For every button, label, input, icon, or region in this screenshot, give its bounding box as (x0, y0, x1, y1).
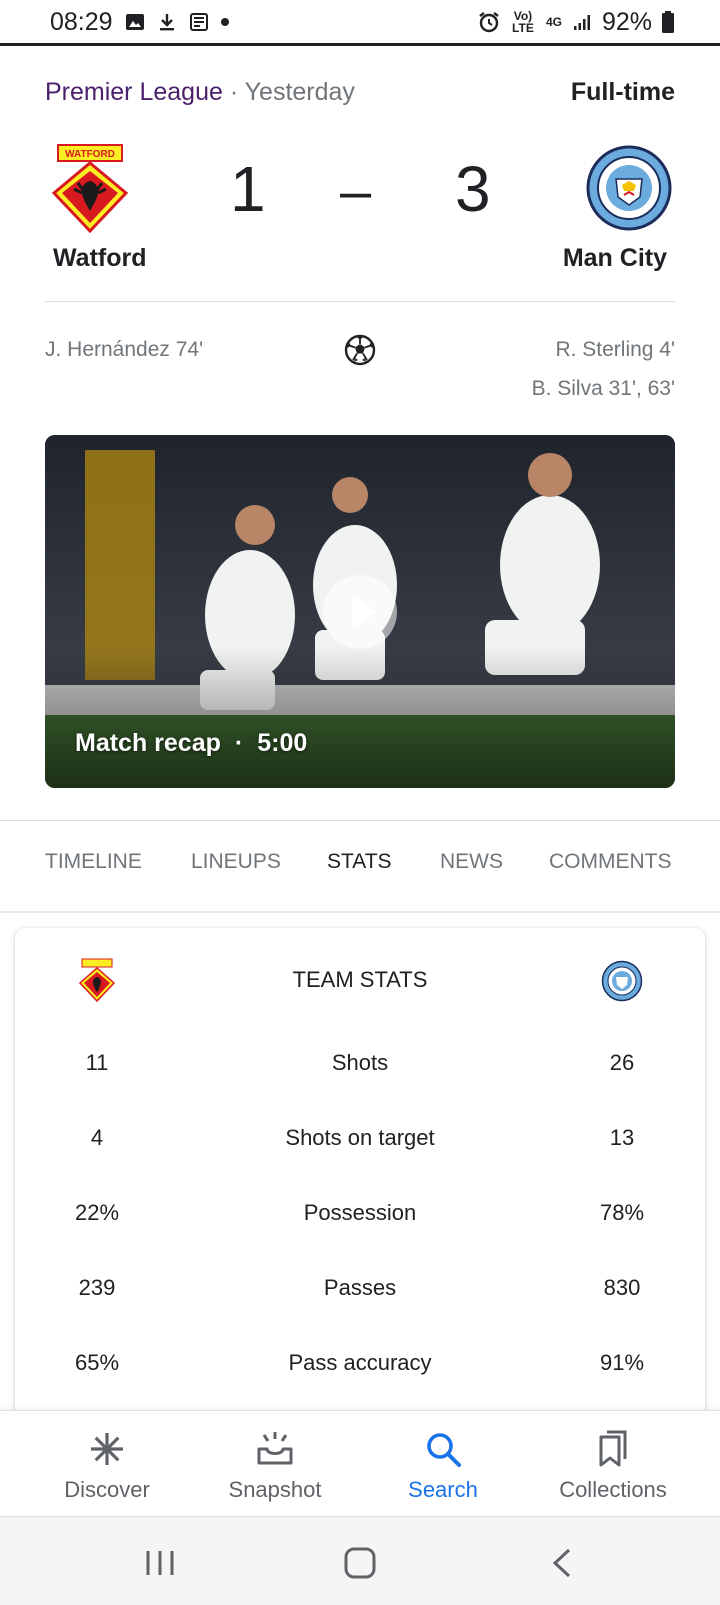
video-title: Match recap (75, 729, 221, 757)
stat-away-value: 13 (609, 1125, 635, 1150)
tabs-divider-top (0, 820, 720, 821)
status-divider (0, 43, 720, 46)
nav-snapshot-label: Snapshot (228, 1477, 322, 1502)
tab-comments[interactable]: COMMENTS (549, 850, 672, 874)
snapshot-icon (257, 1432, 293, 1465)
nav-search-label: Search (408, 1477, 478, 1502)
download-icon (159, 14, 174, 31)
away-scorer-2: B. Silva 31', 63' (531, 377, 675, 400)
score-divider (45, 301, 675, 302)
nav-discover-label: Discover (64, 1477, 150, 1502)
svg-text:WATFORD: WATFORD (65, 149, 115, 160)
away-scorer-1: R. Sterling 4' (555, 338, 675, 361)
bookmarks-icon (599, 1430, 627, 1467)
stat-home-value: 4 (90, 1125, 104, 1150)
stat-home-value: 65% (74, 1350, 120, 1375)
stat-row-pass-accuracy: 65% Pass accuracy 91% (0, 1350, 720, 1380)
stat-row-passes: 239 Passes 830 (0, 1275, 720, 1305)
score-dash: – (340, 159, 372, 222)
league-link[interactable]: Premier League (45, 78, 223, 106)
battery-percent: 92% (601, 7, 652, 36)
stat-label: Shots on target (285, 1125, 435, 1150)
stat-away-value: 91% (599, 1350, 645, 1375)
nav-search[interactable]: Search (358, 1411, 528, 1517)
stat-home-value: 239 (78, 1275, 116, 1300)
nav-snapshot[interactable]: Snapshot (190, 1411, 360, 1517)
home-icon[interactable] (340, 1547, 380, 1579)
tab-news[interactable]: NEWS (440, 850, 503, 874)
stat-label: Pass accuracy (288, 1350, 432, 1375)
nav-collections[interactable]: Collections (528, 1411, 698, 1517)
home-score: 1 (230, 153, 266, 225)
stat-row-possession: 22% Possession 78% (0, 1200, 720, 1230)
nav-discover[interactable]: Discover (22, 1411, 192, 1517)
stat-row-shots-on-target: 4 Shots on target 13 (0, 1125, 720, 1155)
search-icon (427, 1433, 461, 1467)
home-scorer: J. Hernández 74' (45, 338, 204, 361)
stat-label: Possession (303, 1200, 417, 1225)
volte-indicator: Vo) LTE (512, 9, 534, 35)
watford-crest-icon[interactable]: WATFORD (50, 143, 130, 233)
video-duration: 5:00 (257, 729, 308, 757)
video-dot: · (234, 729, 244, 757)
match-date: Yesterday (244, 78, 355, 106)
nav-collections-label: Collections (559, 1477, 667, 1502)
man-city-mini-crest-icon (601, 960, 643, 1002)
man-city-crest-icon[interactable] (586, 145, 672, 231)
soccer-ball-icon (344, 334, 376, 366)
play-button[interactable] (323, 575, 397, 649)
battery-icon (662, 11, 674, 33)
alarm-icon (479, 12, 499, 33)
stat-label: Shots (331, 1050, 389, 1075)
away-team-name[interactable]: Man City (563, 244, 667, 273)
back-icon[interactable] (543, 1547, 583, 1579)
signal-icon (573, 15, 590, 30)
tabs-divider-bottom (0, 911, 720, 913)
match-recap-video[interactable]: Match recap · 5:00 (45, 435, 675, 788)
tab-lineups[interactable]: LINEUPS (191, 850, 281, 874)
system-navigation-bar (0, 1516, 720, 1605)
tab-stats[interactable]: STATS (327, 850, 392, 874)
network-type: 4G (545, 15, 562, 29)
home-team-name[interactable]: Watford (53, 244, 147, 273)
match-tabs: TIMELINE LINEUPS STATS NEWS COMMENTS (0, 850, 720, 890)
league-separator: · (222, 78, 245, 106)
news-icon (189, 13, 208, 31)
stat-label: Passes (323, 1275, 397, 1300)
video-caption: Match recap · 5:00 (75, 729, 307, 758)
stat-row-shots: 11 Shots 26 (0, 1050, 720, 1080)
bottom-navigation: Discover Snapshot Search Collections (0, 1410, 720, 1516)
league-info: Premier League · Yesterday (45, 78, 355, 107)
match-header: Premier League · Yesterday Full-time (45, 78, 675, 107)
status-bar: 08:29 Vo) LTE 4G 92% (0, 0, 720, 44)
status-time: 08:29 (50, 7, 113, 36)
stat-home-value: 22% (74, 1200, 120, 1225)
stat-away-value: 78% (599, 1200, 645, 1225)
recent-apps-icon[interactable] (140, 1547, 180, 1579)
notification-dot (220, 18, 229, 26)
stat-away-value: 26 (609, 1050, 635, 1075)
match-status: Full-time (570, 78, 675, 106)
asterisk-icon (91, 1433, 123, 1465)
stat-away-value: 830 (603, 1275, 641, 1300)
stat-home-value: 11 (85, 1050, 109, 1075)
tab-timeline[interactable]: TIMELINE (45, 850, 142, 874)
away-score: 3 (455, 153, 491, 225)
image-icon (125, 14, 144, 30)
